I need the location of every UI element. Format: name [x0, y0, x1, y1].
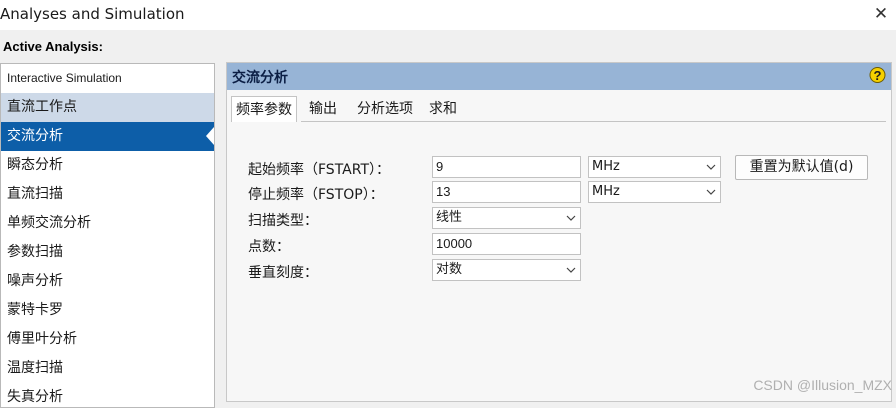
- fstart-unit-select[interactable]: MHz: [588, 156, 721, 178]
- title-bar: Analyses and Simulation ✕: [0, 0, 896, 30]
- chevron-down-icon: [706, 164, 716, 170]
- panel-title: 交流分析: [232, 70, 288, 86]
- analysis-item-ac[interactable]: 交流分析: [1, 122, 214, 151]
- watermark: CSDN @Illusion_MZX: [753, 377, 892, 393]
- fstart-unit-value: MHz: [592, 159, 620, 174]
- tab-analysis-options[interactable]: 分析选项: [353, 98, 417, 120]
- analysis-item-distortion[interactable]: 失真分析: [1, 383, 214, 407]
- analysis-item-interactive-simulation[interactable]: Interactive Simulation: [1, 64, 214, 93]
- fstop-label: 停止频率（FSTOP）：: [248, 187, 384, 203]
- analysis-panel: 交流分析 ? 频率参数 输出 分析选项 求和 起始频率（FSTART）： 9 M…: [226, 62, 892, 402]
- selected-arrow-icon: [206, 127, 214, 145]
- svg-text:?: ?: [874, 68, 882, 83]
- fstop-unit-value: MHz: [592, 184, 620, 199]
- active-analysis-label: Active Analysis:: [3, 39, 103, 54]
- panel-header: 交流分析 ?: [227, 63, 891, 90]
- tab-frequency-params[interactable]: 频率参数: [231, 96, 297, 122]
- vertical-scale-value: 对数: [436, 262, 463, 277]
- fstop-input[interactable]: 13: [432, 181, 581, 203]
- analysis-list[interactable]: Interactive Simulation 直流工作点 交流分析 瞬态分析 直…: [0, 63, 215, 408]
- chevron-down-icon: [706, 189, 716, 195]
- analysis-item-single-freq-ac[interactable]: 单频交流分析: [1, 209, 214, 238]
- fstop-unit-select[interactable]: MHz: [588, 181, 721, 203]
- sweep-type-select[interactable]: 线性: [432, 207, 581, 229]
- analysis-item-fourier[interactable]: 傅里叶分析: [1, 325, 214, 354]
- frequency-params-page: 起始频率（FSTART）： 9 MHz 重置为默认值(d) 停止频率（FSTOP…: [228, 122, 890, 401]
- points-input[interactable]: 10000: [432, 233, 581, 255]
- chevron-down-icon: [566, 215, 576, 221]
- tab-bar: 频率参数 输出 分析选项 求和: [231, 96, 871, 122]
- analysis-item-label: 交流分析: [7, 128, 63, 144]
- help-icon[interactable]: ?: [869, 66, 886, 86]
- analysis-item-dc-op[interactable]: 直流工作点: [1, 93, 214, 122]
- sweep-type-label: 扫描类型：: [248, 213, 318, 229]
- analysis-item-noise[interactable]: 噪声分析: [1, 267, 214, 296]
- vertical-scale-select[interactable]: 对数: [432, 259, 581, 281]
- tab-summary[interactable]: 求和: [425, 98, 461, 120]
- analysis-item-transient[interactable]: 瞬态分析: [1, 151, 214, 180]
- fstart-label: 起始频率（FSTART）：: [248, 162, 390, 178]
- chevron-down-icon: [566, 267, 576, 273]
- vertical-scale-label: 垂直刻度：: [248, 265, 318, 281]
- points-label: 点数：: [248, 239, 290, 255]
- window-title: Analyses and Simulation: [0, 5, 185, 23]
- analysis-item-temp-sweep[interactable]: 温度扫描: [1, 354, 214, 383]
- close-icon[interactable]: ✕: [870, 3, 892, 25]
- analysis-item-monte-carlo[interactable]: 蒙特卡罗: [1, 296, 214, 325]
- fstart-input[interactable]: 9: [432, 156, 581, 178]
- analysis-item-dc-sweep[interactable]: 直流扫描: [1, 180, 214, 209]
- tab-output[interactable]: 输出: [305, 98, 341, 120]
- reset-defaults-button[interactable]: 重置为默认值(d): [735, 155, 868, 180]
- analysis-item-param-sweep[interactable]: 参数扫描: [1, 238, 214, 267]
- sweep-type-value: 线性: [436, 210, 463, 225]
